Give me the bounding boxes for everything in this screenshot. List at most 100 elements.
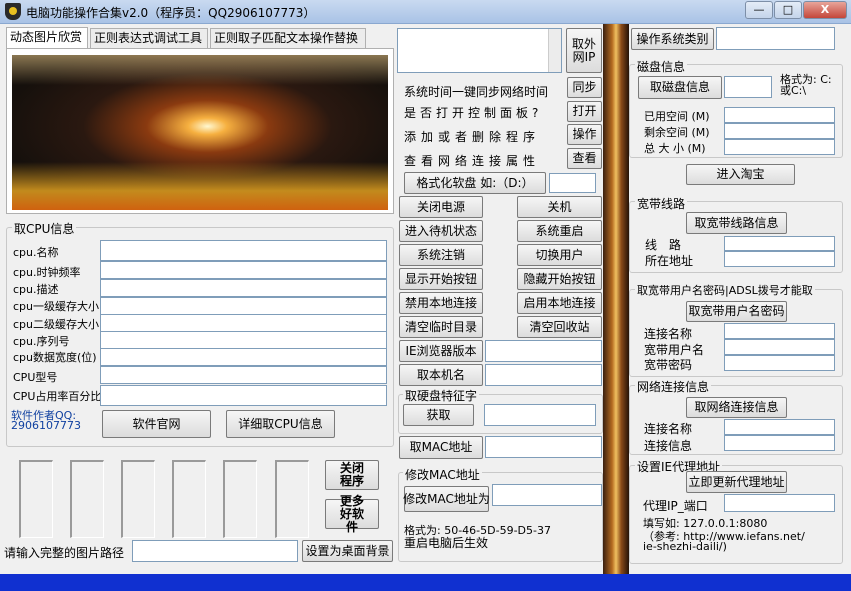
- cpu-model-field[interactable]: [100, 366, 387, 384]
- change-mac-button[interactable]: 修改MAC地址为: [403, 486, 490, 512]
- used-space-field[interactable]: [724, 107, 835, 123]
- image-path-input[interactable]: [132, 540, 298, 562]
- adsl-pass-field[interactable]: [724, 355, 835, 371]
- control-panel-button[interactable]: 打开: [567, 101, 602, 122]
- cpu-desc-field[interactable]: [100, 279, 387, 297]
- maximize-button[interactable]: □: [774, 1, 802, 19]
- disk-feature-title: 取硬盘特征字: [403, 387, 480, 404]
- floppy-drive-field[interactable]: [549, 173, 596, 193]
- show-start-button[interactable]: 显示开始按钮: [399, 268, 483, 290]
- cpu-l2-field[interactable]: [100, 314, 387, 332]
- website-button[interactable]: 软件官网: [102, 410, 211, 438]
- thumbnail-frame[interactable]: [275, 460, 309, 538]
- cpu-label: cpu.描述: [13, 283, 59, 296]
- proxy-port-label: 代理IP_端口: [643, 499, 708, 513]
- thumbnail-frame[interactable]: [223, 460, 257, 538]
- extranet-ip-field[interactable]: [397, 28, 562, 73]
- adsl-pass-label: 宽带密码: [644, 358, 693, 372]
- hostname-button[interactable]: 取本机名: [399, 364, 483, 386]
- total-space-field[interactable]: [724, 139, 835, 155]
- new-mac-field[interactable]: [492, 484, 602, 506]
- cpu-label: cpu二级缓存大小: [13, 318, 100, 331]
- cpu-label: cpu一级缓存大小: [13, 300, 100, 313]
- free-space-label: 剩余空间 (M): [644, 126, 710, 139]
- netconn-info-label: 连接信息: [644, 439, 693, 453]
- location-field[interactable]: [724, 251, 835, 267]
- restart-button[interactable]: 系统重启: [517, 220, 602, 242]
- free-space-field[interactable]: [724, 123, 835, 139]
- cpu-serial-field[interactable]: [100, 331, 387, 349]
- network-props-label: 查看网络连接属性: [404, 154, 541, 168]
- tab-regex-debugger[interactable]: 正则表达式调试工具: [90, 28, 208, 48]
- format-floppy-button[interactable]: 格式化软盘 如:（D:）: [404, 172, 546, 194]
- hide-start-button[interactable]: 隐藏开始按钮: [517, 268, 602, 290]
- control-panel-label: 是否打开控制面板?: [404, 106, 543, 120]
- network-props-button[interactable]: 查看: [567, 148, 602, 169]
- os-type-button[interactable]: 操作系统类别: [631, 28, 714, 50]
- cpu-label: cpu.时钟频率: [13, 266, 81, 279]
- adsl-conn-name-field[interactable]: [724, 323, 835, 339]
- more-software-button[interactable]: 更多好软件: [325, 494, 379, 533]
- logoff-button[interactable]: 系统注销: [399, 244, 483, 266]
- cpu-usage-field[interactable]: [100, 385, 387, 406]
- hostname-field[interactable]: [485, 364, 602, 386]
- programs-button[interactable]: 操作: [567, 124, 602, 145]
- empty-recycle-button[interactable]: 清空回收站: [517, 316, 602, 338]
- standby-button[interactable]: 进入待机状态: [399, 220, 483, 242]
- adsl-password-button[interactable]: 取宽带用户名密码: [686, 301, 787, 322]
- taobao-button[interactable]: 进入淘宝: [686, 164, 795, 185]
- line-field[interactable]: [724, 236, 835, 251]
- total-space-label: 总 大 小 (M): [644, 142, 706, 155]
- sync-button[interactable]: 同步: [567, 77, 602, 98]
- disable-lan-button[interactable]: 禁用本地连接: [399, 292, 483, 314]
- cpu-width-field[interactable]: [100, 348, 387, 366]
- shutdown-button[interactable]: 关机: [517, 196, 602, 218]
- cpu-label: cpu.名称: [13, 246, 59, 259]
- thumbnail-frame[interactable]: [172, 460, 206, 538]
- close-program-button[interactable]: 关闭程序: [325, 460, 379, 490]
- tab-regex-replace[interactable]: 正则取子匹配文本操作替换: [210, 28, 366, 48]
- cpu-l1-field[interactable]: [100, 297, 387, 315]
- disk-info-button[interactable]: 取磁盘信息: [638, 76, 722, 99]
- power-off-button[interactable]: 关闭电源: [399, 196, 483, 218]
- author-qq: 2906107773: [11, 419, 81, 432]
- cpu-name-field[interactable]: [100, 240, 387, 261]
- update-proxy-button[interactable]: 立即更新代理地址: [686, 471, 787, 493]
- disk-feature-field[interactable]: [484, 404, 596, 426]
- proxy-port-field[interactable]: [724, 494, 835, 512]
- tab-image-viewer[interactable]: 动态图片欣赏: [6, 27, 88, 48]
- extranet-ip-button[interactable]: 取外网IP: [566, 28, 602, 73]
- set-wallpaper-button[interactable]: 设置为桌面背景: [302, 540, 393, 562]
- detail-cpu-button[interactable]: 详细取CPU信息: [226, 410, 335, 438]
- disk-feature-button[interactable]: 获取: [403, 404, 474, 426]
- cpu-clock-field[interactable]: [100, 261, 387, 279]
- thumbnail-frame[interactable]: [121, 460, 155, 538]
- netconn-button[interactable]: 取网络连接信息: [686, 397, 787, 418]
- mac-change-title: 修改MAC地址: [403, 466, 482, 483]
- drive-letter-field[interactable]: [724, 76, 772, 98]
- netconn-name-label: 连接名称: [644, 422, 693, 436]
- disk-info-title: 磁盘信息: [635, 58, 688, 75]
- mac-address-button[interactable]: 取MAC地址: [399, 436, 483, 459]
- close-button[interactable]: X: [803, 1, 847, 19]
- os-type-field[interactable]: [716, 27, 835, 50]
- netconn-info-field[interactable]: [724, 435, 835, 451]
- scrollbar[interactable]: [548, 29, 561, 72]
- netconn-name-field[interactable]: [724, 419, 835, 435]
- switch-user-button[interactable]: 切换用户: [517, 244, 602, 266]
- mac-address-field[interactable]: [485, 436, 602, 458]
- cpu-group-title: 取CPU信息: [12, 220, 77, 237]
- broadband-title: 宽带线路: [635, 195, 688, 212]
- ie-version-field[interactable]: [485, 340, 602, 362]
- thumbnail-frame[interactable]: [19, 460, 53, 538]
- proxy-reference-2: ie-shezhi-daili/): [643, 540, 727, 553]
- enable-lan-button[interactable]: 启用本地连接: [517, 292, 602, 314]
- netconn-title: 网络连接信息: [635, 378, 712, 395]
- minimize-button[interactable]: —: [745, 1, 773, 19]
- ie-version-button[interactable]: IE浏览器版本: [399, 340, 483, 362]
- broadband-button[interactable]: 取宽带线路信息: [686, 212, 787, 234]
- adsl-user-field[interactable]: [724, 339, 835, 355]
- clear-temp-button[interactable]: 清空临时目录: [399, 316, 483, 338]
- adsl-conn-name-label: 连接名称: [644, 327, 693, 341]
- thumbnail-frame[interactable]: [70, 460, 104, 538]
